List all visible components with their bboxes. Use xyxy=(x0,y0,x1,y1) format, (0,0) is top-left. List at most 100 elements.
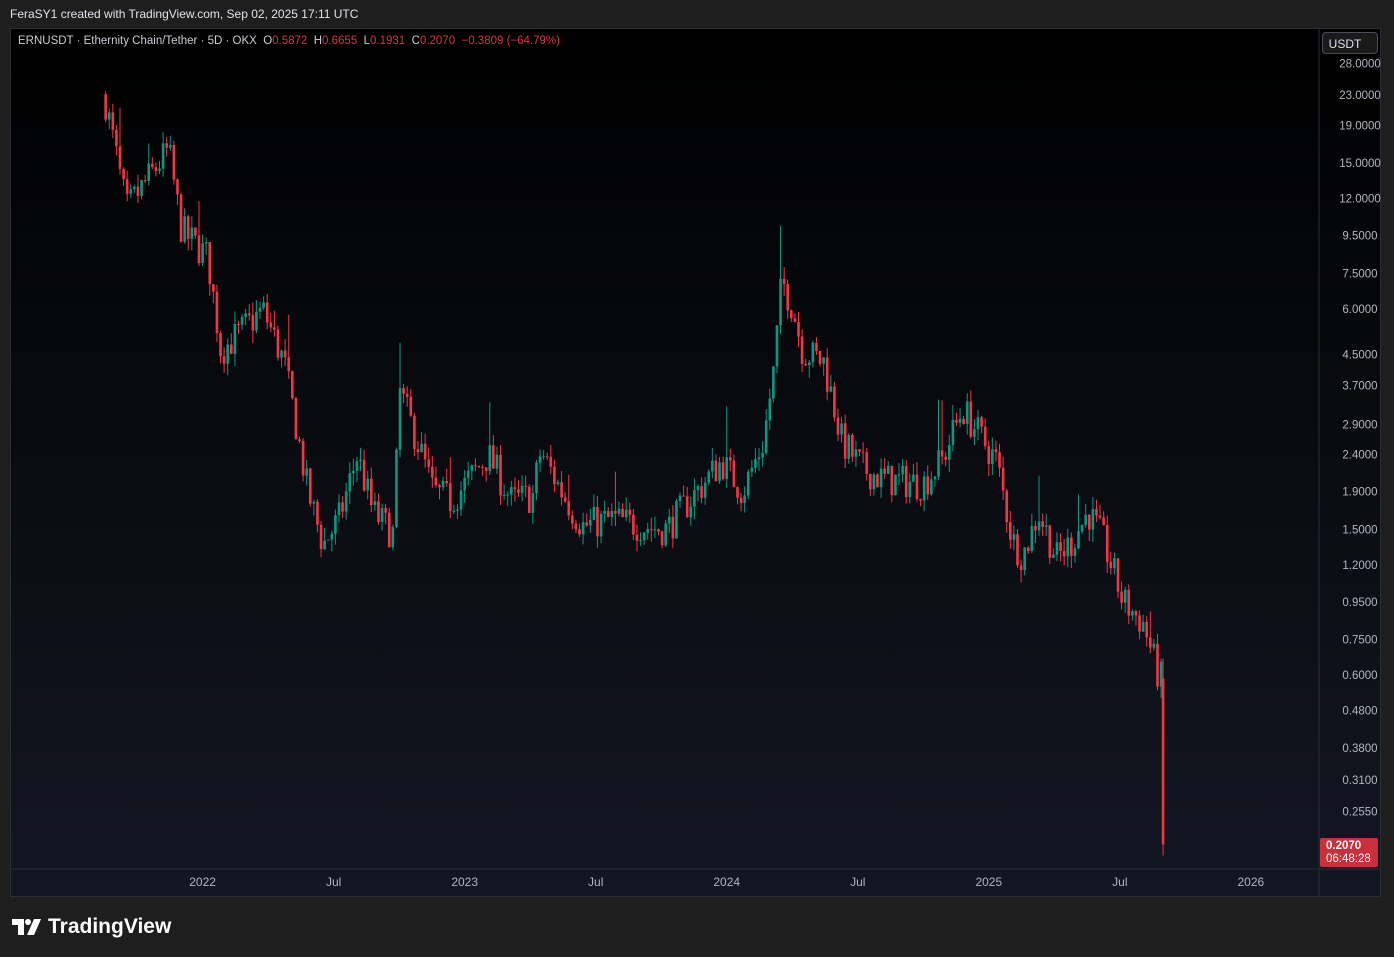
currency-button[interactable]: USDT xyxy=(1322,32,1378,54)
change-value: −0.3809 (−64.79%) xyxy=(461,35,560,47)
candle-body xyxy=(107,112,111,120)
candle xyxy=(319,521,323,558)
candle xyxy=(883,458,886,479)
candle xyxy=(301,437,305,482)
candle xyxy=(398,342,402,458)
candlestick-chart[interactable]: 28.0000 23.0000 19.0000 15.0000 12.0000 9.500… xyxy=(10,28,1381,897)
candle-body xyxy=(926,476,930,495)
candle-body xyxy=(1059,542,1062,552)
candle xyxy=(545,452,549,461)
tradingview-logo[interactable]: TradingView xyxy=(12,915,171,939)
candle xyxy=(517,480,520,497)
candle xyxy=(359,447,362,472)
candle-body xyxy=(527,486,531,513)
candle xyxy=(822,357,825,376)
candle-body xyxy=(675,501,678,539)
candle xyxy=(596,496,599,548)
last-price-value: 0.2070 xyxy=(1326,840,1362,852)
candle-body xyxy=(642,532,646,541)
candle-body xyxy=(1091,509,1095,530)
candle-body xyxy=(287,357,291,372)
candle-body xyxy=(305,468,308,476)
candle xyxy=(944,452,947,467)
candle xyxy=(728,448,732,472)
price-tick-label: 1.5000 xyxy=(1342,524,1377,536)
candle-body xyxy=(1127,589,1131,616)
candle-body xyxy=(111,112,115,130)
candle-body xyxy=(786,284,790,311)
price-tick-label: 1.9000 xyxy=(1342,487,1377,499)
candle xyxy=(158,160,161,175)
candle-body xyxy=(538,456,542,463)
candle xyxy=(143,174,147,184)
candle-body xyxy=(682,495,685,497)
candle xyxy=(746,469,750,500)
candle xyxy=(951,405,955,452)
candle-body xyxy=(151,163,154,168)
candle-body xyxy=(179,194,183,242)
price-axis[interactable]: 28.0000 23.0000 19.0000 15.0000 12.0000 9.500… xyxy=(1339,59,1381,819)
candles xyxy=(104,90,1165,856)
candle xyxy=(520,475,524,502)
candle-body xyxy=(147,163,151,181)
candle xyxy=(908,473,912,504)
price-tick-label: 0.3800 xyxy=(1342,743,1377,755)
price-tick-label: 23.0000 xyxy=(1339,90,1381,102)
candle-body xyxy=(721,462,725,479)
candle xyxy=(653,516,657,538)
candle xyxy=(366,470,370,500)
candle-body xyxy=(416,448,420,453)
candle xyxy=(212,283,215,304)
candle xyxy=(818,350,822,367)
candle-body xyxy=(1095,509,1098,516)
price-tick-label: 7.5000 xyxy=(1342,268,1377,280)
candle xyxy=(448,457,452,519)
candle xyxy=(362,449,366,492)
candle xyxy=(1145,616,1149,647)
time-axis[interactable]: 2022 Jul 2023 Jul 2024 Jul 2025 Jul 2026 xyxy=(189,875,1264,889)
candle-body xyxy=(1019,565,1023,570)
candle-body xyxy=(563,497,567,502)
candle xyxy=(1091,497,1095,542)
candle xyxy=(470,464,474,481)
candle-body xyxy=(714,460,718,482)
candle xyxy=(926,465,930,501)
candle-body xyxy=(743,495,746,504)
candle xyxy=(761,441,764,467)
candle xyxy=(983,418,987,450)
candle xyxy=(757,447,761,472)
candle xyxy=(714,454,718,482)
candle xyxy=(947,434,951,472)
candle-body xyxy=(495,454,499,469)
candle xyxy=(890,465,894,503)
candle xyxy=(1037,475,1041,536)
candle xyxy=(775,325,779,374)
candle xyxy=(861,442,865,463)
candle xyxy=(922,471,926,512)
candle xyxy=(204,237,208,255)
candle-body xyxy=(764,420,768,453)
candle-body xyxy=(448,483,452,512)
candle xyxy=(118,108,122,175)
candle xyxy=(1113,552,1116,575)
candle xyxy=(1131,609,1134,621)
candle-body xyxy=(352,470,355,474)
candle xyxy=(1084,504,1087,528)
candle xyxy=(940,400,944,465)
candle-body xyxy=(660,531,664,546)
candle xyxy=(912,463,915,482)
candle-body xyxy=(215,291,219,334)
candle xyxy=(592,494,596,521)
candle-body xyxy=(456,509,459,511)
candle-body xyxy=(700,486,703,498)
candle-body xyxy=(851,435,854,457)
price-tick-label: 9.5000 xyxy=(1342,231,1377,243)
candle xyxy=(937,399,940,480)
candle xyxy=(1012,525,1016,551)
candle-body xyxy=(122,168,125,180)
candle-body xyxy=(693,490,696,507)
candle xyxy=(323,527,326,551)
candle-body xyxy=(240,317,244,325)
candle-body xyxy=(136,186,140,196)
candle-body xyxy=(1149,637,1152,648)
